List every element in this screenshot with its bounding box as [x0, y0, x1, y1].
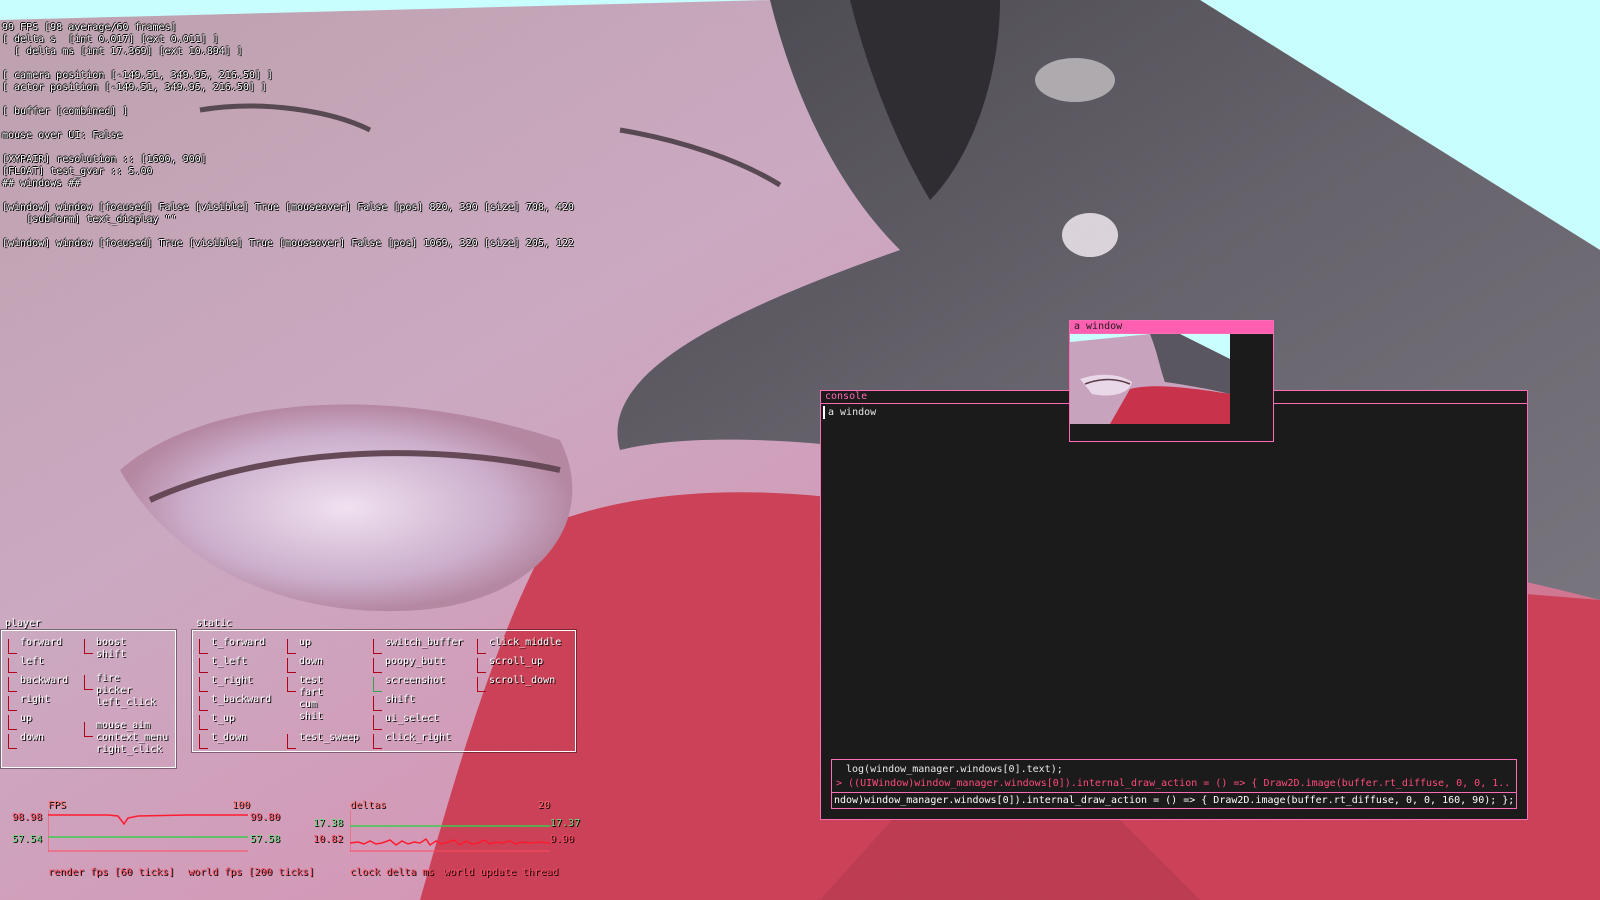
- console-text-display[interactable]: a window: [828, 407, 876, 418]
- fps-right-top: 99.80: [250, 812, 281, 823]
- key-t-right: t_right: [197, 675, 253, 692]
- key-test-sweep: test_sweep: [285, 732, 359, 749]
- debug-line: [2, 118, 574, 130]
- debug-line: mouse over UI: False: [2, 130, 123, 141]
- debug-line: [window] window [focused] True [visible]…: [2, 238, 574, 249]
- static-panel-title: static: [196, 618, 233, 629]
- debug-line: [ camera position [-149.51, 349.95, 216.…: [2, 70, 273, 81]
- console-io-panel: log(window_manager.windows[0].text); > (…: [831, 759, 1517, 809]
- key-click-right: click_right: [371, 732, 451, 749]
- key-test: test fart cum shit: [285, 675, 323, 723]
- key-poopy-butt: poopy_butt: [371, 656, 445, 673]
- key-t-up: t_up: [197, 713, 235, 730]
- fps-caption-world: world fps [200 ticks]: [188, 867, 315, 878]
- debug-line: [ delta ms [int 17.369] [ext 10.894] ]: [2, 46, 243, 57]
- player-panel-title: player: [5, 618, 42, 629]
- key-fire: fire picker left_click: [82, 673, 156, 709]
- debug-line: [2, 58, 574, 70]
- debug-line: [XYPAIR] resolution :: [1600, 900]: [2, 154, 207, 165]
- fps-right-bottom: 57.58: [250, 834, 281, 845]
- key-scroll-up: scroll_up: [475, 656, 543, 673]
- debug-line: [ delta s [int 0.017] [ext 0.011] ]: [2, 34, 219, 45]
- player-input-panel: forward left backward right up down boos…: [1, 630, 176, 768]
- debug-line: [2, 94, 574, 106]
- key-mouse-aim: mouse_aim context_menu right_click: [82, 720, 168, 756]
- delta-right-bottom: 9.90: [550, 834, 575, 845]
- delta-caption-clock: clock delta ms: [350, 867, 435, 878]
- console-log-line: log(window_manager.windows[0].text);: [846, 764, 1063, 775]
- key-up: up: [6, 713, 32, 730]
- static-input-panel: t_forward t_left t_right t_backward t_up…: [192, 630, 576, 752]
- render-buffer-thumbnail: [1070, 334, 1230, 424]
- key-backward: backward: [6, 675, 68, 692]
- key-scroll-down: scroll_down: [475, 675, 555, 692]
- debug-overlay: 99 FPS [98 average/60 frames][ delta s […: [2, 22, 574, 250]
- key-down-static: down: [285, 656, 323, 673]
- key-left: left: [6, 656, 44, 673]
- fps-caption-render: render fps [60 ticks]: [48, 867, 175, 878]
- fps-graph: [48, 810, 248, 852]
- key-boost: boost shift: [82, 637, 126, 661]
- text-cursor: [823, 406, 825, 419]
- debug-line: ## windows ##: [2, 178, 81, 189]
- key-ui-select: ui_select: [371, 713, 439, 730]
- fps-left-bottom: 57.54: [12, 834, 43, 845]
- key-down: down: [6, 732, 44, 749]
- delta-caption-world: world update thread: [444, 867, 559, 878]
- key-screenshot: screenshot: [371, 675, 445, 692]
- key-t-backward: t_backward: [197, 694, 271, 711]
- fps-left-top: 98.98: [12, 812, 43, 823]
- delta-left-top: 17.38: [313, 818, 344, 829]
- debug-line: [2, 190, 574, 202]
- console-error-line: > ((UIWindow)window_manager.windows[0]).…: [836, 778, 1512, 789]
- debug-line: [ actor position [-149.51, 349.95, 216.5…: [2, 82, 267, 93]
- debug-line: [ buffer [combined] ]: [2, 106, 129, 117]
- debug-line: [window] window [focused] False [visible…: [2, 202, 574, 213]
- key-up-static: up: [285, 637, 311, 654]
- debug-line: [2, 226, 574, 238]
- console-window[interactable]: console a window log(window_manager.wind…: [820, 390, 1528, 820]
- console-input[interactable]: ndow)window_manager.windows[0]).internal…: [832, 792, 1516, 808]
- key-switch-buffer: switch_buffer: [371, 637, 463, 654]
- debug-line: [FLOAT] test_gvar :: 5.00: [2, 166, 153, 177]
- delta-left-bottom: 10.82: [313, 834, 344, 845]
- debug-line: 99 FPS [98 average/60 frames]: [2, 22, 177, 33]
- debug-line: [2, 142, 574, 154]
- key-forward: forward: [6, 637, 62, 654]
- key-t-left: t_left: [197, 656, 247, 673]
- key-t-forward: t_forward: [197, 637, 265, 654]
- delta-right-top: 17.37: [550, 818, 581, 829]
- key-shift: shift: [371, 694, 415, 711]
- key-right: right: [6, 694, 50, 711]
- key-click-middle: click_middle: [475, 637, 561, 654]
- delta-graph: [350, 810, 550, 852]
- image-window[interactable]: a window: [1069, 320, 1274, 442]
- image-window-title[interactable]: a window: [1070, 321, 1273, 334]
- debug-line: [subform] text_display "": [2, 214, 177, 225]
- key-t-down: t_down: [197, 732, 247, 749]
